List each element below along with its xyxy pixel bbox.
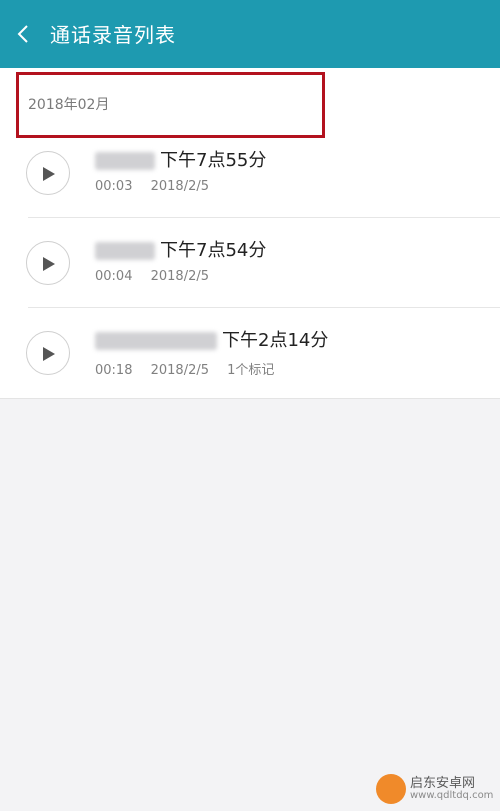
recording-duration: 00:04 (95, 269, 133, 284)
redacted-number (95, 152, 155, 170)
recording-duration: 00:18 (95, 363, 133, 378)
watermark-title: 启东安卓网 (410, 776, 476, 791)
recording-date: 2018/2/5 (150, 179, 209, 194)
play-button[interactable] (26, 241, 70, 285)
recording-duration: 00:03 (95, 179, 133, 194)
recording-item[interactable]: 下午7点55分 00:03 2018/2/5 (0, 128, 500, 218)
recording-marks: 1个标记 (227, 363, 275, 378)
recording-item[interactable]: 下午7点54分 00:04 2018/2/5 (0, 218, 500, 308)
play-button[interactable] (26, 331, 70, 375)
app-header: 通话录音列表 (0, 0, 500, 68)
play-icon (43, 167, 55, 181)
watermark: 启东安卓网 www.qdltdq.com (376, 772, 494, 808)
back-arrow-icon[interactable] (12, 22, 36, 46)
recording-meta: 00:03 2018/2/5 (95, 179, 223, 194)
recording-meta: 00:04 2018/2/5 (95, 269, 223, 284)
recording-date: 2018/2/5 (150, 363, 209, 378)
call-time-label: 下午7点55分 (160, 150, 267, 171)
highlight-annotation-box (16, 72, 325, 138)
watermark-url: www.qdltdq.com (410, 790, 494, 801)
watermark-logo-icon (376, 774, 406, 804)
redacted-number (95, 332, 217, 350)
page-title: 通话录音列表 (50, 23, 176, 47)
call-time-label: 下午7点54分 (160, 240, 267, 261)
play-button[interactable] (26, 151, 70, 195)
redacted-number (95, 242, 155, 260)
recording-meta: 00:18 2018/2/5 1个标记 (95, 359, 288, 378)
recording-date: 2018/2/5 (150, 269, 209, 284)
play-icon (43, 257, 55, 271)
recording-item[interactable]: 下午2点14分 00:18 2018/2/5 1个标记 (0, 308, 500, 398)
call-time-label: 下午2点14分 (222, 330, 329, 351)
play-icon (43, 347, 55, 361)
